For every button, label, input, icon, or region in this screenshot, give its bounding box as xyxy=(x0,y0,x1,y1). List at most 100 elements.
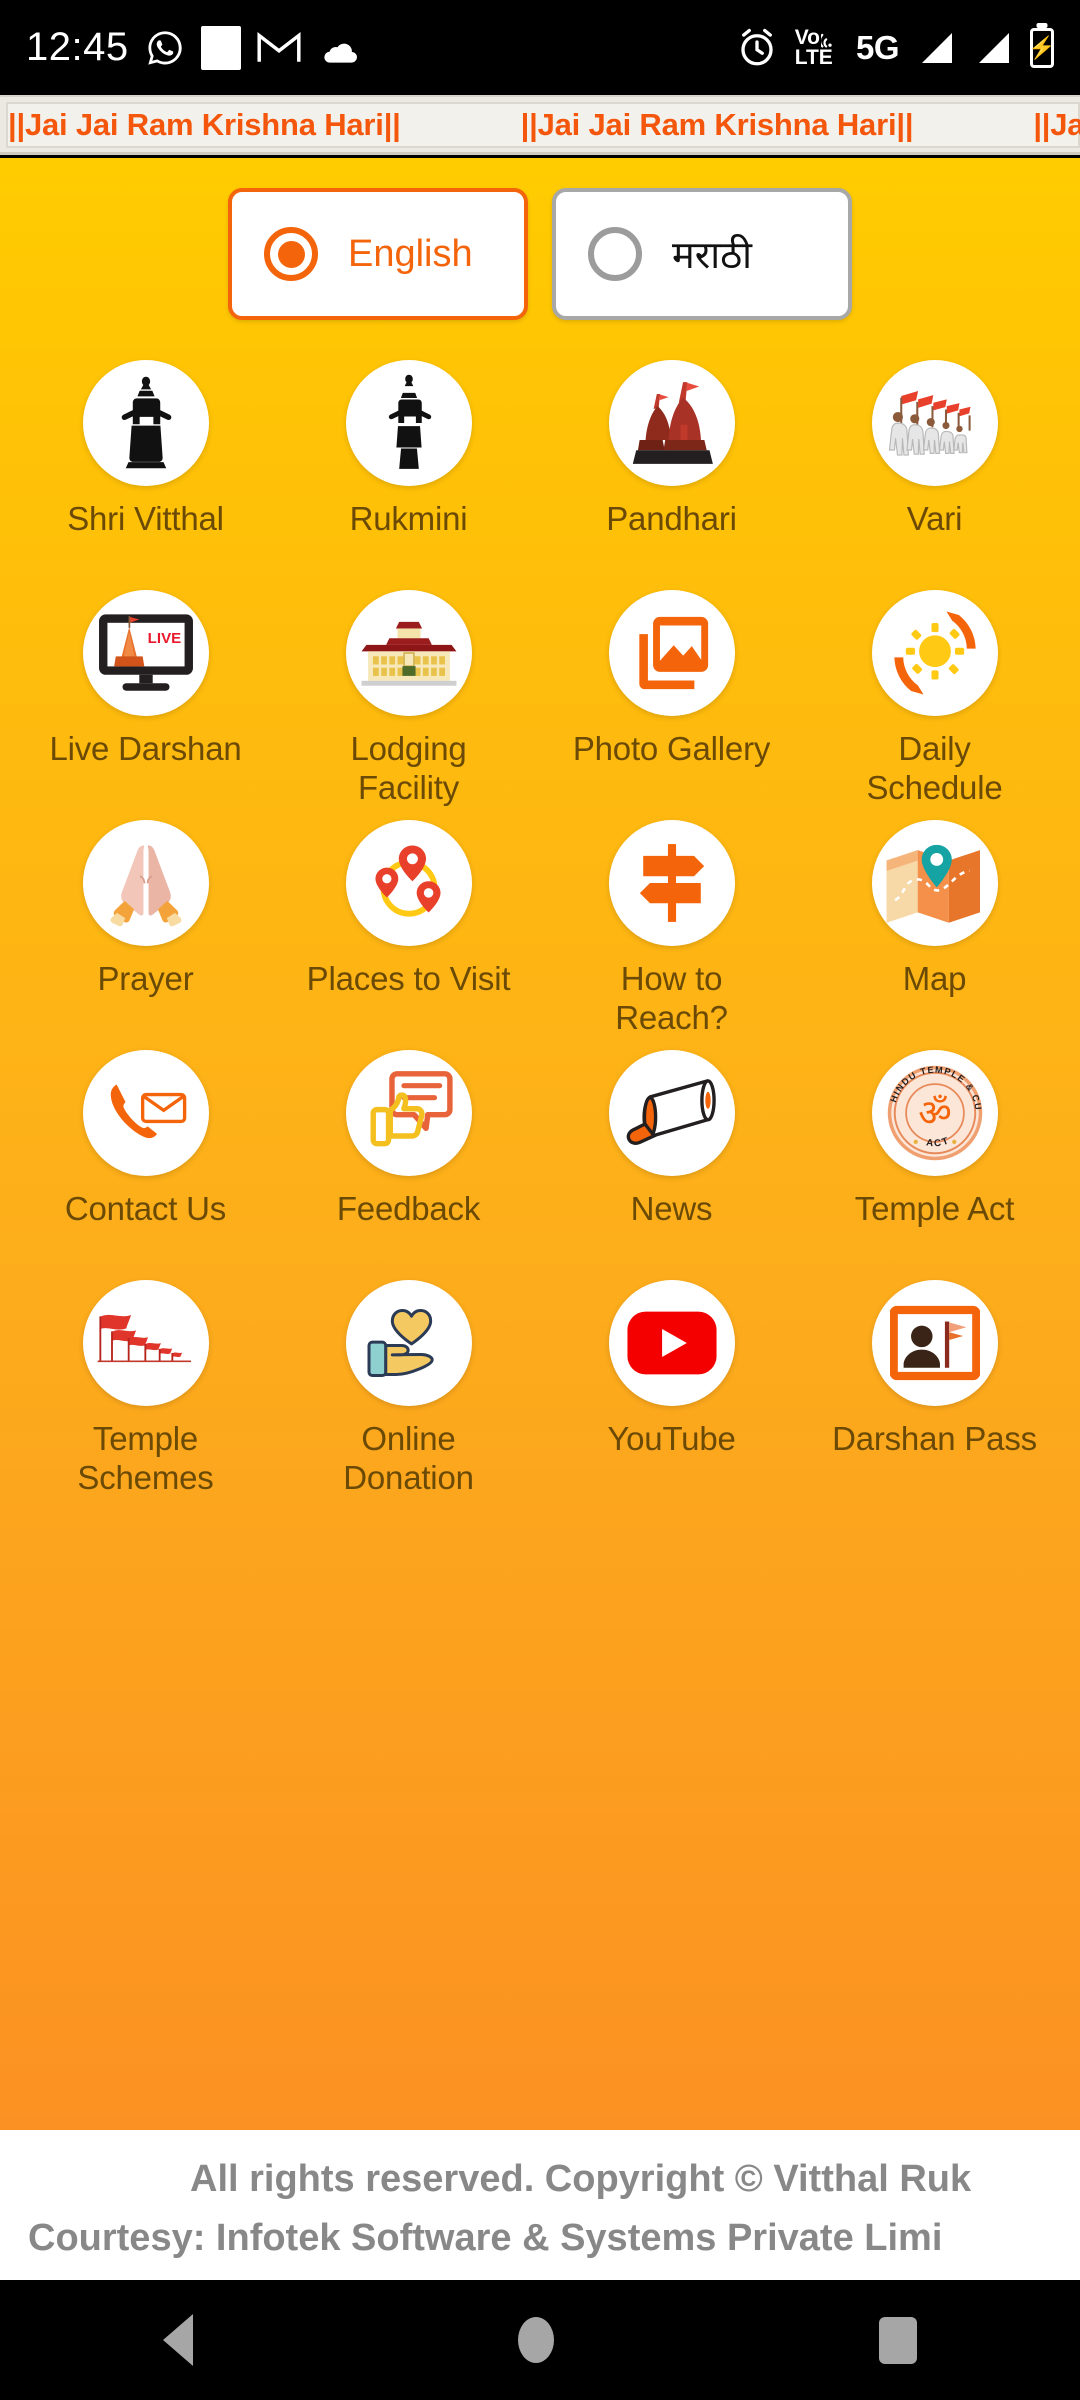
alarm-icon xyxy=(741,28,773,65)
grid-item-contact-us[interactable]: Contact Us xyxy=(14,1042,277,1272)
grid-item-news[interactable]: News xyxy=(540,1042,803,1272)
grid-item-how-to-reach[interactable]: How to Reach? xyxy=(540,812,803,1042)
grid-item-temple-schemes[interactable]: Temple Schemes xyxy=(14,1272,277,1502)
white-square-icon xyxy=(200,25,241,70)
recents-button-icon[interactable] xyxy=(879,2316,918,2364)
grid-item-places-to-visit[interactable]: Places to Visit xyxy=(277,812,540,1042)
language-selector: English मराठी xyxy=(0,158,1080,320)
grid-item-label: Daily Schedule xyxy=(866,730,1003,806)
signal-icon xyxy=(979,32,1009,63)
menu-grid: Shri Vitthal Rukmini Pandhari Vari LIVE … xyxy=(0,352,1080,1502)
status-bar-right: Vo LTE 5G ⚡ xyxy=(736,25,1056,69)
live-monitor-icon: LIVE xyxy=(82,590,209,716)
grid-item-label: How to Reach? xyxy=(615,960,728,1036)
grid-item-label: Prayer xyxy=(97,960,194,997)
whatsapp-icon xyxy=(147,30,182,65)
clock-time: 12:45 xyxy=(26,25,129,69)
phone-screen: 12:45 Vo LTE 5G ⚡ ||Jai Jai Ram Krishna … xyxy=(0,0,1080,2400)
language-option-english[interactable]: English xyxy=(228,188,528,320)
language-option-label: English xyxy=(348,232,473,275)
grid-item-live-darshan[interactable]: LIVE Live Darshan xyxy=(14,582,277,812)
back-button-icon[interactable] xyxy=(162,2314,193,2366)
grid-item-temple-act[interactable]: HINDU TEMPLE & CULTURAL CENTRE ACT ॐ Tem… xyxy=(803,1042,1066,1272)
grid-item-label: Pandhari xyxy=(606,500,737,537)
id-card-icon xyxy=(871,1280,998,1406)
lodging-building-icon xyxy=(345,590,472,716)
language-option-label: मराठी xyxy=(672,235,753,277)
grid-item-label: Temple Schemes xyxy=(77,1420,214,1496)
marquee-text: ||Jai Jai Ram Krishna Hari|| xyxy=(520,107,914,142)
grid-item-prayer[interactable]: Prayer xyxy=(14,812,277,1042)
footer: All rights reserved. Copyright © Vitthal… xyxy=(0,2130,1080,2280)
5g-icon: 5G xyxy=(855,28,900,66)
main-content: English मराठी Shri Vitthal Rukmini Pandh… xyxy=(0,158,1080,2130)
folded-hands-icon xyxy=(82,820,209,946)
footer-copyright: All rights reserved. Copyright © Vitthal… xyxy=(190,2158,972,2200)
android-nav-bar xyxy=(0,2280,1080,2400)
hand-heart-icon xyxy=(345,1280,472,1406)
pilgrims-flags-icon xyxy=(871,360,998,486)
marquee-text: ||Jai Jai Ram Krishna Hari|| xyxy=(8,107,401,142)
thumbsup-chat-icon xyxy=(345,1050,472,1176)
grid-item-lodging-facility[interactable]: Lodging Facility xyxy=(277,582,540,812)
signpost-icon xyxy=(608,820,735,946)
grid-item-label: YouTube xyxy=(607,1420,736,1457)
sun-schedule-icon xyxy=(871,590,998,716)
home-button-icon[interactable] xyxy=(517,2317,554,2363)
announcement-marquee: ||Jai Jai Ram Krishna Hari|| ||Jai Jai R… xyxy=(0,95,1080,155)
signal-icon xyxy=(922,32,952,63)
grid-item-label: Online Donation xyxy=(343,1420,474,1496)
grid-item-vari[interactable]: Vari xyxy=(803,352,1066,582)
grid-item-map[interactable]: Map xyxy=(803,812,1066,1042)
volte-top-label: Vo xyxy=(794,25,820,49)
rukmini-deity-icon xyxy=(345,360,472,486)
grid-item-label: Lodging Facility xyxy=(350,730,467,806)
volte-bottom-label: LTE xyxy=(794,45,833,69)
youtube-icon xyxy=(608,1280,735,1406)
radio-unselected-icon[interactable] xyxy=(588,227,642,281)
om-seal-icon: HINDU TEMPLE & CULTURAL CENTRE ACT ॐ xyxy=(871,1050,998,1176)
marquee-track: ||Jai Jai Ram Krishna Hari|| ||Jai Jai R… xyxy=(6,102,1080,148)
map-pins-icon xyxy=(345,820,472,946)
folded-map-icon xyxy=(871,820,998,946)
gmail-icon xyxy=(257,31,301,62)
radio-selected-icon[interactable] xyxy=(264,227,318,281)
grid-item-label: Map xyxy=(902,960,967,997)
grid-item-label: Photo Gallery xyxy=(572,730,771,767)
battery-charging-icon: ⚡ xyxy=(1028,27,1056,68)
status-bar: 12:45 Vo LTE 5G ⚡ xyxy=(0,0,1080,95)
grid-item-label: Vari xyxy=(906,500,963,537)
grid-item-photo-gallery[interactable]: Photo Gallery xyxy=(540,582,803,812)
language-option-marathi[interactable]: मराठी xyxy=(552,188,852,320)
cloud-icon xyxy=(323,43,357,63)
status-bar-left: 12:45 xyxy=(26,25,361,70)
vitthal-deity-icon xyxy=(82,360,209,486)
grid-item-label: Darshan Pass xyxy=(832,1420,1037,1457)
temple-domes-icon xyxy=(608,360,735,486)
grid-item-label: Temple Act xyxy=(854,1190,1015,1227)
grid-item-label: Live Darshan xyxy=(49,730,242,767)
phone-envelope-icon xyxy=(82,1050,209,1176)
grid-item-label: Contact Us xyxy=(64,1190,227,1227)
grid-item-label: Rukmini xyxy=(349,500,468,537)
grid-item-label: Shri Vitthal xyxy=(67,500,224,537)
megaphone-icon xyxy=(608,1050,735,1176)
grid-item-label: Places to Visit xyxy=(306,960,511,997)
grid-item-label: Feedback xyxy=(336,1190,481,1227)
grid-item-label: News xyxy=(630,1190,713,1227)
footer-courtesy: Courtesy: Infotek Software & Systems Pri… xyxy=(28,2216,943,2259)
grid-item-shri-vitthal[interactable]: Shri Vitthal xyxy=(14,352,277,582)
live-badge-text: LIVE xyxy=(147,630,181,647)
grid-item-daily-schedule[interactable]: Daily Schedule xyxy=(803,582,1066,812)
marquee-text: ||Jai Jai Ram Krishna Hari|| xyxy=(1033,107,1080,142)
grid-item-feedback[interactable]: Feedback xyxy=(277,1042,540,1272)
grid-item-rukmini[interactable]: Rukmini xyxy=(277,352,540,582)
grid-item-darshan-pass[interactable]: Darshan Pass xyxy=(803,1272,1066,1502)
red-flags-icon xyxy=(82,1280,209,1406)
grid-item-online-donation[interactable]: Online Donation xyxy=(277,1272,540,1502)
grid-item-pandhari[interactable]: Pandhari xyxy=(540,352,803,582)
photo-gallery-icon xyxy=(608,590,735,716)
volte-icon: Vo LTE xyxy=(794,25,839,69)
grid-item-youtube[interactable]: YouTube xyxy=(540,1272,803,1502)
om-symbol: ॐ xyxy=(918,1091,952,1134)
